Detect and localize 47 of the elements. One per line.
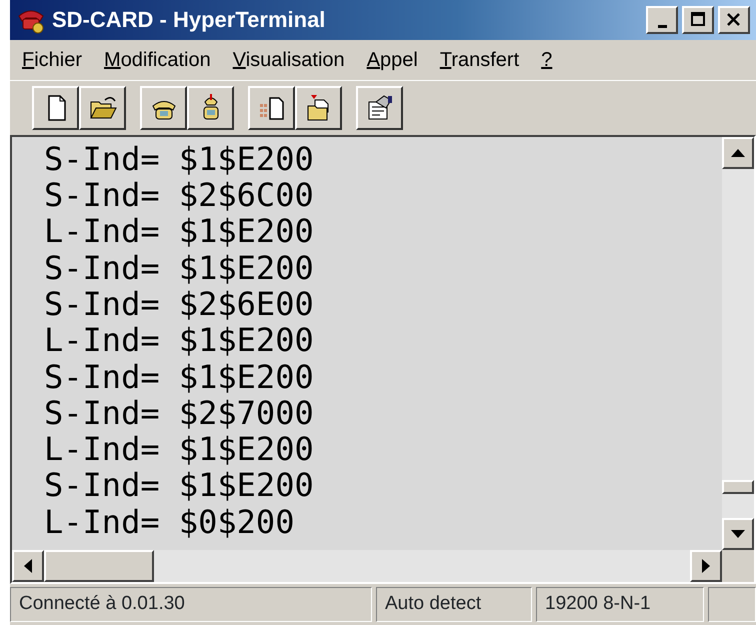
terminal-line: L-Ind= $0$200 — [44, 504, 294, 540]
up-arrow-icon — [731, 148, 745, 157]
menu-item[interactable]: Fichier — [22, 44, 82, 75]
properties-button[interactable] — [356, 86, 403, 130]
telephone-button[interactable] — [140, 86, 187, 130]
menu-item[interactable]: Transfert — [440, 44, 520, 75]
hang-up-button[interactable] — [187, 86, 234, 130]
scroll-down-button[interactable] — [722, 518, 754, 550]
down-arrow-icon — [731, 530, 745, 538]
status-text: 19200 8-N-1 — [536, 587, 704, 622]
vertical-scrollbar[interactable] — [722, 136, 754, 550]
scroll-right-button[interactable] — [690, 550, 722, 582]
scrollbar-thumb[interactable] — [722, 480, 754, 494]
status-pane — [708, 587, 756, 622]
folder-button[interactable] — [79, 86, 126, 130]
right-arrow-icon — [702, 559, 710, 574]
new-document-button[interactable] — [32, 86, 79, 130]
maximize-button[interactable] — [682, 6, 714, 34]
maximize-icon — [689, 11, 707, 28]
menu-item[interactable]: Appel — [366, 44, 418, 75]
terminal-line: S-Ind= $1$E200 — [44, 250, 314, 286]
scroll-up-button[interactable] — [722, 136, 754, 169]
window-title: SD-CARD - HyperTerminal — [52, 6, 326, 34]
horizontal-scrollbar[interactable] — [12, 550, 722, 582]
send-document-button[interactable] — [248, 86, 295, 130]
receive-document-button[interactable] — [295, 86, 342, 130]
terminal-line: S-Ind= $1$E200 — [44, 358, 314, 395]
status-text: Connecté à 0.01.30 — [10, 587, 372, 622]
menu-item[interactable]: Modification — [104, 44, 211, 75]
minimize-button[interactable] — [646, 6, 678, 34]
terminal-line: S-Ind= $2$6C00 — [44, 177, 314, 214]
menu-item[interactable]: ? — [541, 44, 552, 75]
status-text: Auto detect — [376, 587, 532, 622]
terminal-line: S-Ind= $2$6E00 — [44, 286, 314, 322]
terminal-line: L-Ind= $1$E200 — [44, 213, 314, 250]
close-button[interactable] — [718, 6, 750, 34]
terminal-line: S-Ind= $1$E200 — [44, 140, 314, 178]
terminal-line: S-Ind= $2$7000 — [44, 394, 314, 432]
terminal-line: L-Ind= $1$E200 — [44, 322, 314, 359]
scrollbar-thumb[interactable] — [44, 550, 154, 582]
close-icon — [725, 11, 743, 28]
left-arrow-icon — [24, 559, 32, 574]
terminal-line: L-Ind= $1$E200 — [44, 431, 314, 468]
minimize-icon — [658, 24, 666, 28]
terminal-line: S-Ind= $1$E200 — [44, 467, 314, 504]
scroll-left-button[interactable] — [12, 550, 44, 582]
menu-item[interactable]: Visualisation — [232, 44, 345, 75]
